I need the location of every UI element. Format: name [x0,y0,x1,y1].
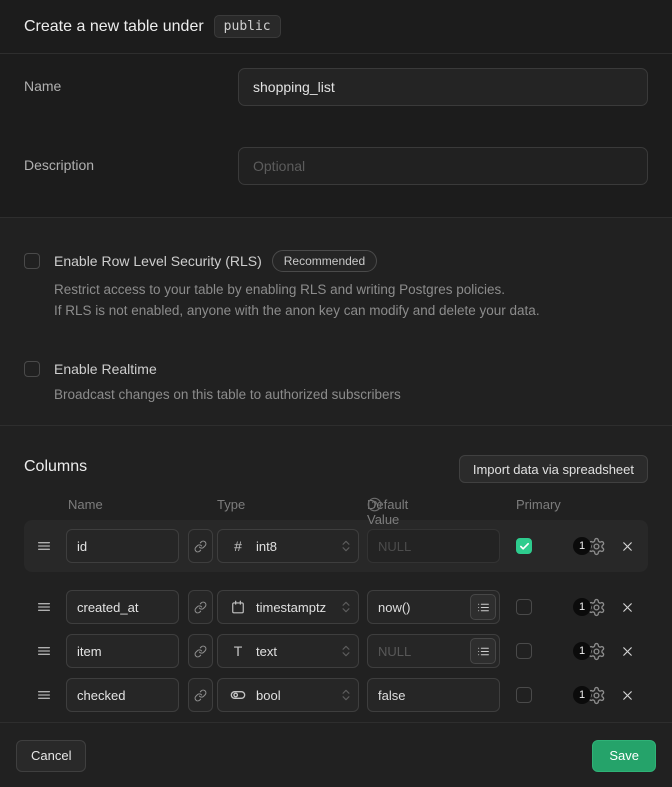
column-type-select[interactable]: timestamptz [217,590,359,624]
default-value-cell [367,678,500,712]
settings-count-badge: 1 [573,598,591,616]
table-info-section: Name Description [0,54,672,217]
foreign-key-link-icon[interactable] [188,634,213,668]
dialog-title: Create a new table under [24,18,204,36]
remove-column-icon[interactable] [617,597,637,617]
name-label: Name [24,68,238,94]
toggle-icon [230,687,246,703]
type-label: text [256,644,277,659]
column-name-input[interactable] [66,678,179,712]
primary-key-checkbox[interactable] [516,643,532,659]
chevron-up-down-icon [339,644,353,658]
create-table-dialog: Create a new table under public Name Des… [0,0,672,787]
suggestions-list-icon[interactable] [470,594,496,620]
default-value-input[interactable] [367,678,500,712]
remove-column-icon[interactable] [617,641,637,661]
foreign-key-link-icon[interactable] [188,529,213,563]
column-type-select[interactable]: # int8 [217,529,359,563]
chevron-up-down-icon [339,600,353,614]
rls-block: Enable Row Level Security (RLS) Recommen… [24,250,648,321]
column-type-select[interactable]: T text [217,634,359,668]
header-type: Type [217,497,245,512]
save-button[interactable]: Save [592,740,656,772]
chevron-up-down-icon [339,539,353,553]
drag-handle-icon[interactable] [36,538,52,554]
drag-handle-icon[interactable] [36,687,52,703]
type-icon [230,687,246,703]
drag-handle-icon[interactable] [36,599,52,615]
column-settings-button[interactable]: 1 [573,598,606,617]
default-value-input[interactable] [367,529,500,563]
column-name-input[interactable] [66,529,179,563]
realtime-checkbox[interactable] [24,361,40,377]
column-row: T text 1 [24,634,648,668]
column-row: timestamptz 1 [24,590,648,624]
settings-count-badge: 1 [573,642,591,660]
column-name-input[interactable] [66,634,179,668]
columns-header-row: Name Type Default Value Primary [24,497,648,513]
column-type-select[interactable]: bool [217,678,359,712]
foreign-key-link-icon[interactable] [188,590,213,624]
column-rows: # int8 1 [24,520,648,712]
primary-key-checkbox[interactable] [516,687,532,703]
columns-section: Columns Import data via spreadsheet Name… [0,425,672,722]
column-settings-button[interactable]: 1 [573,686,606,705]
rls-checkbox[interactable] [24,253,40,269]
type-icon: T [230,643,246,659]
hash-icon: # [234,538,242,554]
column-row: bool 1 [24,678,648,712]
column-settings-button[interactable]: 1 [573,537,606,556]
column-row: # int8 1 [24,529,648,563]
column-settings-button[interactable]: 1 [573,642,606,661]
type-icon [230,600,246,614]
options-section: Enable Row Level Security (RLS) Recommen… [0,217,672,425]
foreign-key-link-icon[interactable] [188,678,213,712]
chevron-up-down-icon [339,688,353,702]
letter-t-icon: T [234,643,243,659]
default-value-cell [367,634,500,668]
remove-column-icon[interactable] [617,536,637,556]
header-primary: Primary [516,497,561,512]
settings-count-badge: 1 [573,537,591,555]
type-label: timestamptz [256,600,326,615]
realtime-description: Broadcast changes on this table to autho… [54,384,648,405]
primary-key-checkbox[interactable] [516,599,532,615]
realtime-block: Enable Realtime Broadcast changes on thi… [24,361,648,405]
suggestions-list-icon[interactable] [470,638,496,664]
header-name: Name [68,497,103,512]
recommended-badge: Recommended [272,250,377,272]
type-icon: # [230,538,246,554]
calendar-icon [231,600,245,614]
realtime-label: Enable Realtime [54,361,157,377]
schema-badge: public [214,15,281,38]
help-circle-icon[interactable] [367,497,382,512]
import-spreadsheet-button[interactable]: Import data via spreadsheet [459,455,648,483]
drag-handle-icon[interactable] [36,643,52,659]
default-value-cell [367,590,500,624]
default-value-cell [367,529,500,563]
type-label: bool [256,688,281,703]
table-description-input[interactable] [238,147,648,185]
remove-column-icon[interactable] [617,685,637,705]
dialog-footer: Cancel Save [0,722,672,787]
column-name-input[interactable] [66,590,179,624]
type-label: int8 [256,539,277,554]
primary-row-card: # int8 1 [24,520,648,572]
description-label: Description [24,147,238,173]
rls-description: Restrict access to your table by enablin… [54,279,648,321]
cancel-button[interactable]: Cancel [16,740,86,772]
primary-key-checkbox[interactable] [516,538,532,554]
rls-label: Enable Row Level Security (RLS) [54,253,262,269]
settings-count-badge: 1 [573,686,591,704]
check-icon [519,541,530,552]
table-name-input[interactable] [238,68,648,106]
dialog-header: Create a new table under public [0,0,672,54]
